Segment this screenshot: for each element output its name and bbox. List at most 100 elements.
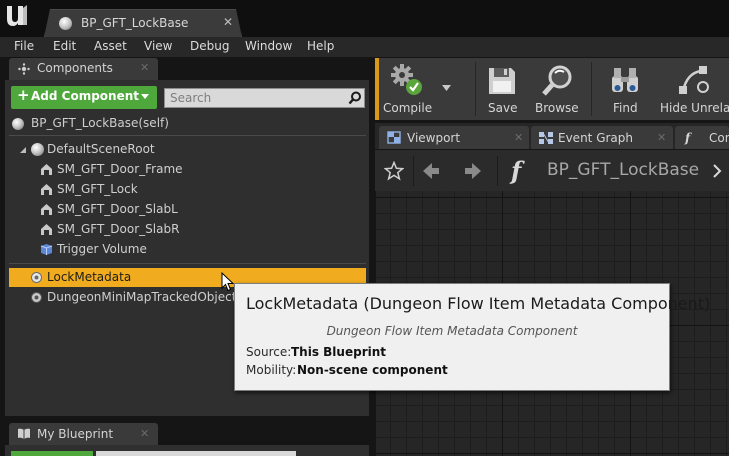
- title-bar: BP_GFT_LockBase ✕: [0, 0, 729, 37]
- tree-item-label: DungeonMiniMapTrackedObject: [47, 290, 237, 304]
- tab-viewport[interactable]: Viewport ✕: [379, 126, 529, 149]
- compile-button[interactable]: Compile: [379, 58, 435, 120]
- menu-asset[interactable]: Asset: [94, 39, 127, 53]
- plus-icon: +: [17, 86, 30, 104]
- unreal-logo-icon[interactable]: [4, 3, 30, 29]
- close-icon[interactable]: ✕: [514, 131, 523, 144]
- tree-item-component[interactable]: SM_GFT_Door_Frame: [9, 160, 366, 179]
- divider: [413, 156, 414, 186]
- tab-construction-label: Con: [709, 131, 729, 145]
- browse-button[interactable]: Browse: [531, 58, 585, 120]
- tree-item-component[interactable]: SM_GFT_Door_SlabL: [9, 200, 366, 219]
- menu-bar: File Edit Asset View Debug Window Help: [0, 37, 729, 57]
- mouse-cursor-icon: [221, 272, 234, 292]
- document-tab-label: BP_GFT_LockBase: [81, 16, 189, 30]
- document-tab[interactable]: BP_GFT_LockBase ✕: [44, 9, 242, 37]
- tooltip-source-value: This Blueprint: [291, 345, 387, 359]
- viewport-icon: [387, 131, 401, 144]
- tab-viewport-label: Viewport: [407, 131, 461, 145]
- tree-item-component[interactable]: SM_GFT_Door_SlabR: [9, 220, 366, 239]
- save-button[interactable]: Save: [481, 58, 525, 120]
- my-blueprint-panel-tab[interactable]: My Blueprint ✕: [9, 423, 158, 445]
- components-icon: [18, 63, 30, 75]
- search-icon[interactable]: [348, 91, 362, 105]
- tooltip-subtitle: Dungeon Flow Item Metadata Component: [326, 324, 578, 338]
- blueprint-ball-icon: [12, 118, 24, 130]
- tree-item-label: DefaultSceneRoot: [47, 142, 155, 156]
- static-mesh-icon: [41, 184, 52, 195]
- static-mesh-icon: [41, 204, 52, 215]
- toolbar: Compile Save Browse Find Hide Unrela: [379, 58, 729, 120]
- hide-unrelated-button[interactable]: Hide Unrelate: [657, 58, 729, 120]
- tree-item-label: SM_GFT_Door_Frame: [57, 162, 183, 176]
- chevron-right-icon[interactable]: [712, 163, 722, 179]
- star-icon[interactable]: [384, 161, 404, 181]
- tree-item-label: SM_GFT_Lock: [57, 182, 138, 196]
- actor-component-icon: [31, 272, 42, 283]
- tooltip-title: LockMetadata (Dungeon Flow Item Metadata…: [246, 294, 711, 313]
- tree-item-component[interactable]: SM_GFT_Lock: [9, 180, 366, 199]
- blueprint-ball-icon: [59, 17, 72, 30]
- scene-root-icon: [31, 143, 44, 156]
- close-icon[interactable]: ✕: [140, 61, 149, 74]
- function-icon: f: [511, 156, 522, 185]
- menu-window[interactable]: Window: [245, 39, 292, 53]
- browse-label: Browse: [535, 101, 579, 115]
- tree-item-label: SM_GFT_Door_SlabR: [57, 222, 180, 236]
- tooltip-source-key: Source:: [246, 345, 292, 359]
- add-component-label: Add Component: [31, 89, 139, 103]
- components-panel-tab[interactable]: Components ✕: [9, 58, 158, 80]
- toolbar-divider: [475, 62, 476, 116]
- tree-item-label: SM_GFT_Door_SlabL: [57, 202, 178, 216]
- tree-item-default-scene-root[interactable]: DefaultSceneRoot: [9, 140, 366, 159]
- menu-edit[interactable]: Edit: [53, 39, 76, 53]
- component-tooltip: LockMetadata (Dungeon Flow Item Metadata…: [234, 283, 710, 391]
- tab-construction-script[interactable]: f Con: [675, 126, 729, 149]
- browse-magnifier-icon: [542, 65, 572, 96]
- actor-component-icon: [31, 292, 42, 303]
- menu-help[interactable]: Help: [307, 39, 334, 53]
- hide-unrelated-icon: [679, 66, 709, 94]
- menu-view[interactable]: View: [144, 39, 172, 53]
- tab-event-graph-label: Event Graph: [558, 131, 633, 145]
- find-label: Find: [613, 101, 638, 115]
- back-arrow-icon[interactable]: [421, 161, 441, 181]
- graph-title: BP_GFT_LockBase: [547, 160, 700, 180]
- tab-event-graph[interactable]: Event Graph ✕: [531, 126, 673, 149]
- toolbar-divider: [591, 62, 592, 116]
- divider: [9, 263, 366, 264]
- add-new-button[interactable]: [11, 451, 93, 456]
- tree-item-label: BP_GFT_LockBase(self): [31, 116, 169, 130]
- forward-arrow-icon[interactable]: [463, 161, 483, 181]
- my-blueprint-search-input[interactable]: [96, 451, 296, 456]
- save-label: Save: [488, 101, 518, 115]
- tree-item-component[interactable]: Trigger Volume: [9, 240, 366, 259]
- divider: [497, 156, 498, 186]
- tree-item-label: Trigger Volume: [57, 242, 147, 256]
- close-icon[interactable]: ✕: [223, 15, 233, 29]
- book-icon: [18, 428, 30, 439]
- components-search-input[interactable]: [164, 88, 365, 108]
- static-mesh-icon: [41, 224, 52, 235]
- graph-nav-bar: f BP_GFT_LockBase: [375, 150, 729, 191]
- trigger-volume-icon: [40, 244, 53, 255]
- compile-label: Compile: [383, 101, 433, 115]
- hide-unrelated-label: Hide Unrelate: [660, 101, 729, 115]
- tooltip-mobility-value: Non-scene component: [297, 363, 448, 377]
- add-component-button[interactable]: + Add Component: [11, 86, 157, 109]
- divider: [9, 135, 366, 136]
- find-button[interactable]: Find: [601, 58, 649, 120]
- close-icon[interactable]: ✕: [140, 427, 149, 440]
- menu-debug[interactable]: Debug: [190, 39, 229, 53]
- compile-options-dropdown[interactable]: [438, 58, 456, 120]
- editor-tabs: Viewport ✕ Event Graph ✕ f Con: [375, 123, 729, 149]
- chevron-down-icon: [442, 85, 451, 91]
- function-icon: f: [685, 131, 691, 145]
- tooltip-mobility-key: Mobility:: [246, 363, 297, 377]
- menu-file[interactable]: File: [14, 39, 34, 53]
- expand-arrow-icon[interactable]: [19, 146, 27, 154]
- tree-item-self[interactable]: BP_GFT_LockBase(self): [9, 114, 366, 133]
- static-mesh-icon: [41, 164, 52, 175]
- close-icon[interactable]: ✕: [657, 131, 666, 144]
- tree-item-label: LockMetadata: [47, 270, 132, 284]
